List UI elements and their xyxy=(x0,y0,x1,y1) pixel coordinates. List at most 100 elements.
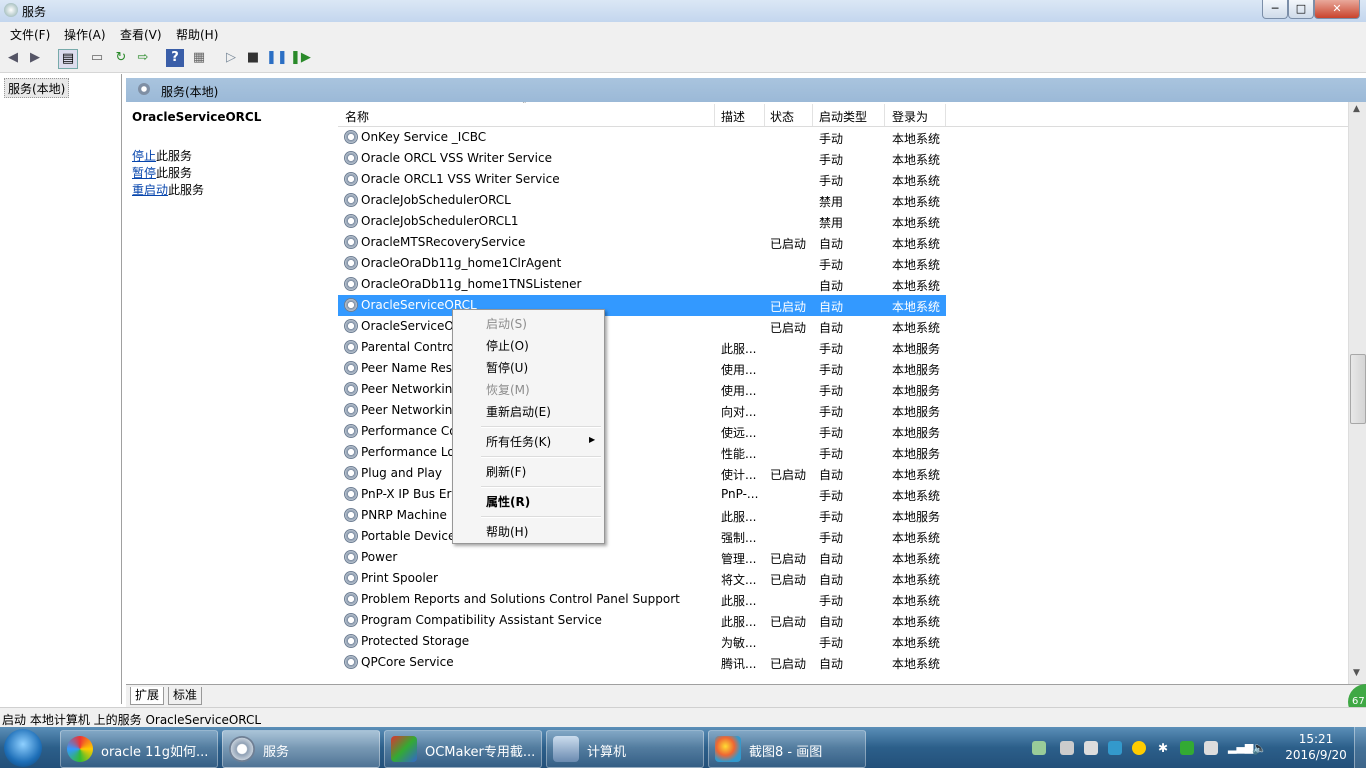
service-name: Protected Storage xyxy=(361,634,470,648)
table-row[interactable]: Problem Reports and Solutions Control Pa… xyxy=(338,589,946,610)
security-plus-icon[interactable] xyxy=(1132,741,1146,755)
taskbar-item-ocmaker[interactable]: OCMaker专用截... xyxy=(384,730,542,768)
column-header-status[interactable]: 状态 xyxy=(770,108,794,125)
forward-icon[interactable]: ▶ xyxy=(26,49,44,67)
table-row[interactable]: Program Compatibility Assistant Service 此… xyxy=(338,610,946,631)
console-tree: 服务(本地) xyxy=(0,74,122,704)
flag-icon[interactable] xyxy=(1204,741,1218,755)
service-startup-type: 手动 xyxy=(819,384,844,398)
menu-item-stop[interactable]: 停止(O) xyxy=(486,337,529,354)
table-row[interactable]: Performance Lo 性能... 手动 本地服务 xyxy=(338,442,946,463)
tray-app-icon[interactable] xyxy=(1060,741,1074,755)
minimize-button[interactable]: ─ xyxy=(1262,0,1288,19)
scroll-up-icon[interactable]: ▲ xyxy=(1353,104,1360,114)
table-row[interactable]: Peer Name Res 使用... 手动 本地服务 xyxy=(338,358,946,379)
menu-item-properties[interactable]: 属性(R) xyxy=(486,493,530,510)
table-row[interactable]: Oracle ORCL1 VSS Writer Service 手动 本地系统 xyxy=(338,169,946,190)
taskbar-item-services[interactable]: 服务 xyxy=(222,730,380,768)
signal-icon[interactable]: ▂▄▆ xyxy=(1228,741,1253,755)
menu-item-pause[interactable]: 暂停(U) xyxy=(486,359,528,376)
menu-action[interactable]: 操作(A) xyxy=(64,26,106,43)
table-row[interactable]: OracleOraDb11g_home1ClrAgent 手动 本地系统 xyxy=(338,253,946,274)
gear-icon xyxy=(229,736,255,762)
service-name: QPCore Service xyxy=(361,655,454,669)
taskbar-item-computer[interactable]: 计算机 xyxy=(546,730,704,768)
help-icon[interactable]: ? xyxy=(166,49,184,67)
network-tool-icon[interactable] xyxy=(1108,741,1122,755)
menu-file[interactable]: 文件(F) xyxy=(10,26,50,43)
stop-service-icon[interactable]: ■ xyxy=(244,49,262,67)
restart-service-link[interactable]: 重启动 xyxy=(132,183,168,197)
start-service-icon[interactable]: ▷ xyxy=(222,49,240,67)
taskbar-item-paint[interactable]: 截图8 - 画图 xyxy=(708,730,866,768)
column-header-name[interactable]: 名称 xyxy=(345,108,369,125)
show-desktop-button[interactable] xyxy=(1354,727,1366,768)
service-logon-as: 本地系统 xyxy=(892,489,941,503)
table-row[interactable]: Performance Co 使远... 手动 本地服务 xyxy=(338,421,946,442)
table-row[interactable]: PnP-X IP Bus Er PnP-... 手动 本地系统 xyxy=(338,484,946,505)
table-row[interactable]: Protected Storage 为敏... 手动 本地系统 xyxy=(338,631,946,652)
menu-view[interactable]: 查看(V) xyxy=(120,26,162,43)
menu-item-restart[interactable]: 重新启动(E) xyxy=(486,403,551,420)
table-row[interactable]: OracleJobSchedulerORCL 禁用 本地系统 xyxy=(338,190,946,211)
tree-node-services-local[interactable]: 服务(本地) xyxy=(4,78,70,98)
scroll-down-icon[interactable]: ▼ xyxy=(1353,668,1360,678)
table-row[interactable]: Oracle ORCL VSS Writer Service 手动 本地系统 xyxy=(338,148,946,169)
table-row[interactable]: Power 管理... 已启动 自动 本地系统 xyxy=(338,547,946,568)
gear-icon xyxy=(344,214,358,228)
battery-icon[interactable] xyxy=(1032,741,1046,755)
tab-extended[interactable]: 扩展 xyxy=(130,687,165,705)
console-tree-icon[interactable]: ▤ xyxy=(58,49,78,69)
table-row[interactable]: Peer Networkin 向对... 手动 本地服务 xyxy=(338,400,946,421)
table-row[interactable]: Parental Contro 此服... 手动 本地服务 xyxy=(338,337,946,358)
menu-bar: 文件(F) 操作(A) 查看(V) 帮助(H) xyxy=(0,22,1366,44)
submenu-arrow-icon: ▶ xyxy=(589,435,596,444)
pause-service-link[interactable]: 暂停 xyxy=(132,166,156,180)
clock[interactable]: 15:21 2016/9/20 xyxy=(1282,731,1350,763)
export-list-icon[interactable]: ⇨ xyxy=(134,49,152,67)
table-row[interactable]: Portable Device 强制... 手动 本地系统 xyxy=(338,526,946,547)
menu-help[interactable]: 帮助(H) xyxy=(176,26,218,43)
volume-icon[interactable]: 🔈 xyxy=(1252,741,1267,755)
table-row[interactable]: PNRP Machine 此服... 手动 本地服务 xyxy=(338,505,946,526)
back-icon[interactable]: ◀ xyxy=(4,49,22,67)
table-row[interactable]: Print Spooler 将文... 已启动 自动 本地系统 xyxy=(338,568,946,589)
column-header-startup-type[interactable]: 启动类型 xyxy=(819,108,867,125)
table-row[interactable]: Plug and Play 使计... 已启动 自动 本地系统 xyxy=(338,463,946,484)
start-button[interactable] xyxy=(4,729,42,767)
table-row[interactable]: OracleServiceORCL 已启动 自动 本地系统 xyxy=(338,295,946,316)
usb-icon[interactable] xyxy=(1084,741,1098,755)
refresh-icon[interactable]: ↻ xyxy=(112,49,130,67)
maximize-button[interactable]: □ xyxy=(1288,0,1314,19)
table-row[interactable]: Peer Networkin 使用... 手动 本地服务 xyxy=(338,379,946,400)
service-status: 已启动 xyxy=(770,237,807,251)
shield-icon[interactable] xyxy=(1180,741,1194,755)
scrollbar-thumb[interactable] xyxy=(1350,354,1366,424)
stop-service-link[interactable]: 停止 xyxy=(132,149,156,163)
column-header-description[interactable]: 描述 xyxy=(721,108,745,125)
vertical-scrollbar[interactable]: ▲ ▼ xyxy=(1348,102,1366,684)
table-row[interactable]: QPCore Service 腾讯... 已启动 自动 本地系统 xyxy=(338,652,946,673)
table-row[interactable]: OracleJobSchedulerORCL1 禁用 本地系统 xyxy=(338,211,946,232)
service-logon-as: 本地系统 xyxy=(892,552,941,566)
close-button[interactable]: ✕ xyxy=(1314,0,1360,19)
table-row[interactable]: OracleServiceO 已启动 自动 本地系统 xyxy=(338,316,946,337)
show-hide-icon[interactable]: ▦ xyxy=(190,49,208,67)
tab-standard[interactable]: 标准 xyxy=(168,687,203,705)
clock-date: 2016/9/20 xyxy=(1285,748,1347,762)
pause-service-icon[interactable]: ❚❚ xyxy=(266,49,288,67)
service-startup-type: 手动 xyxy=(819,447,844,461)
table-row[interactable]: OracleMTSRecoveryService 已启动 自动 本地系统 xyxy=(338,232,946,253)
menu-item-all-tasks[interactable]: 所有任务(K) xyxy=(486,433,551,450)
menu-item-refresh[interactable]: 刷新(F) xyxy=(486,463,526,480)
bluetooth-icon[interactable]: ✱ xyxy=(1156,741,1170,755)
status-text: 启动 本地计算机 上的服务 OracleServiceORCL xyxy=(2,713,262,727)
restart-service-icon[interactable]: ❚▶ xyxy=(290,49,311,67)
taskbar-item-browser[interactable]: oracle 11g如何... xyxy=(60,730,218,768)
table-row[interactable]: OracleOraDb11g_home1TNSListener 自动 本地系统 xyxy=(338,274,946,295)
column-header-logon-as[interactable]: 登录为 xyxy=(892,108,928,125)
menu-item-help[interactable]: 帮助(H) xyxy=(486,523,528,540)
table-row[interactable]: OnKey Service _ICBC 手动 本地系统 xyxy=(338,127,946,148)
properties-icon[interactable]: ▭ xyxy=(88,49,106,67)
service-name: Performance Co xyxy=(361,424,457,438)
